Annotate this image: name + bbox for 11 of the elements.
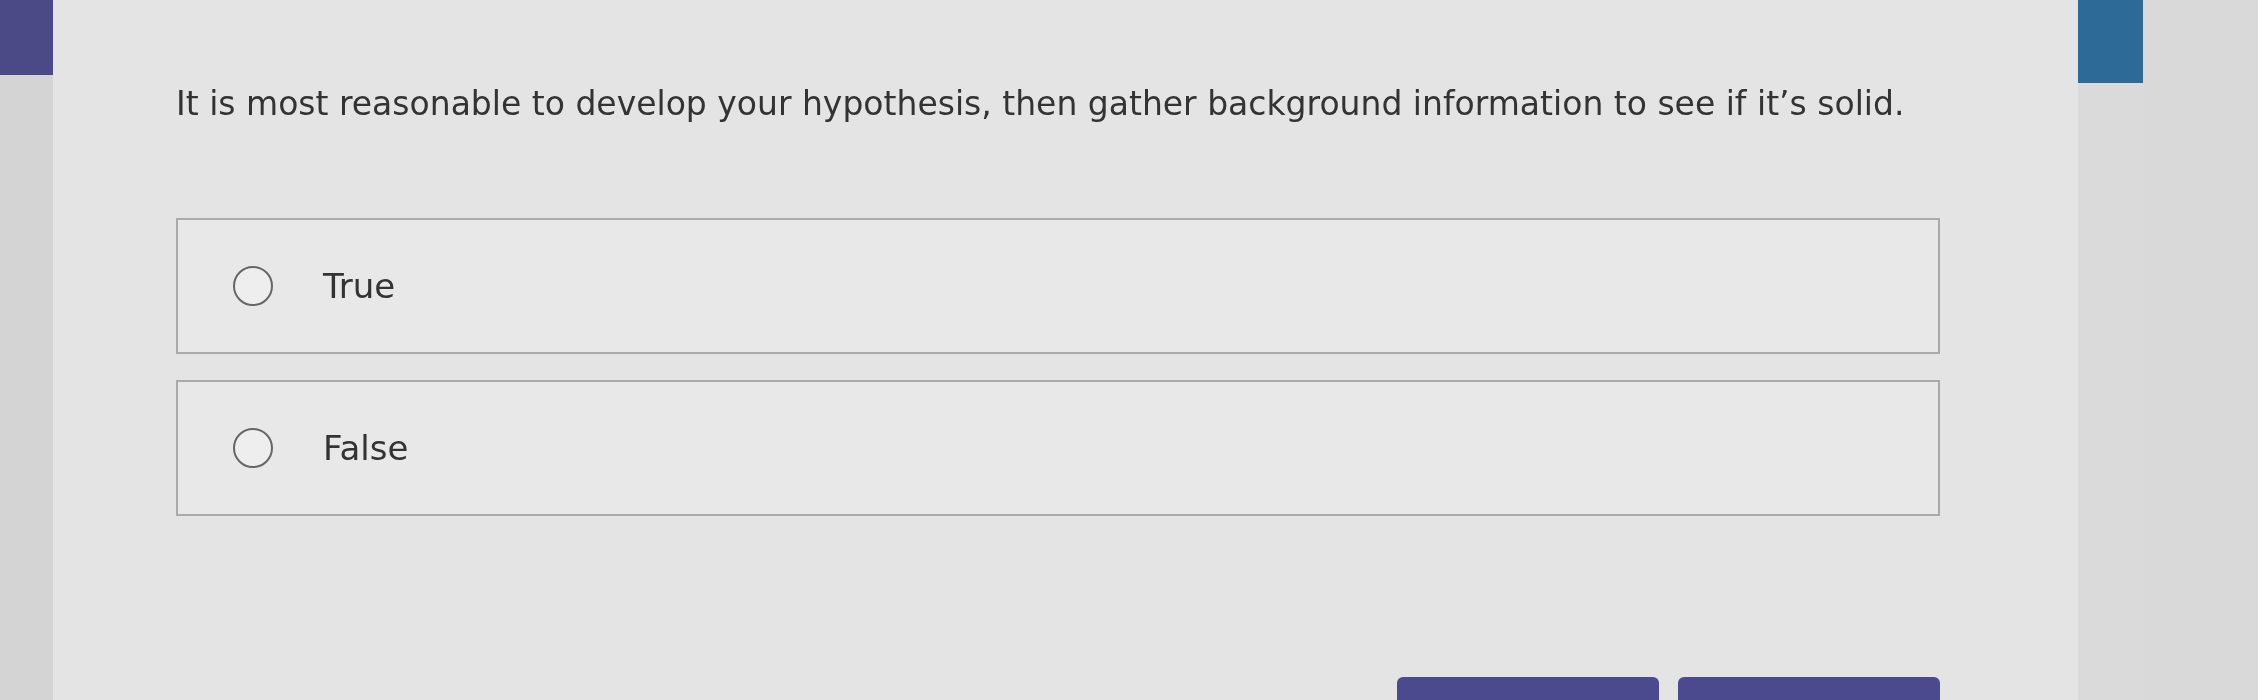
action-button[interactable] — [1678, 677, 1940, 700]
radio-button[interactable] — [233, 266, 273, 306]
side-tab[interactable] — [2078, 0, 2143, 83]
answer-option[interactable]: False — [176, 380, 1940, 516]
question-text: It is most reasonable to develop your hypothesis, then gather background information to see if it’s solid. — [176, 83, 1906, 125]
option-label: False — [323, 428, 409, 468]
option-label: True — [323, 266, 396, 306]
nav-tab[interactable] — [0, 0, 53, 75]
action-button[interactable] — [1397, 677, 1659, 700]
answer-option[interactable]: True — [176, 218, 1940, 354]
radio-button[interactable] — [233, 428, 273, 468]
